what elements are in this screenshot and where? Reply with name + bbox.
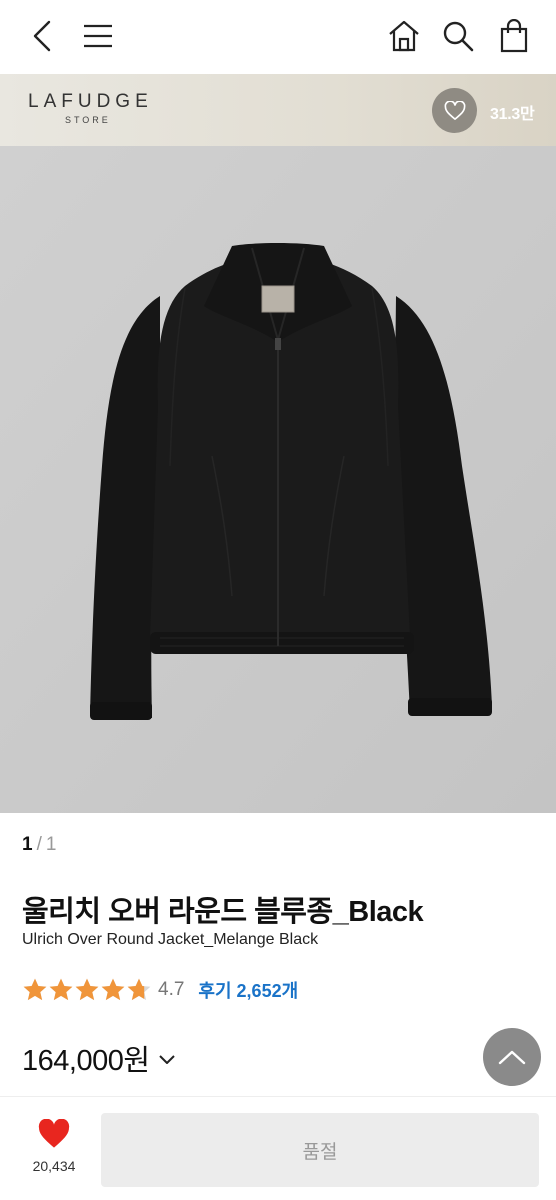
- brand-logo[interactable]: LAFUDGE STORE: [28, 91, 153, 126]
- back-icon[interactable]: [20, 14, 64, 58]
- heart-filled-icon: [38, 1118, 70, 1148]
- star-icon: [127, 978, 151, 1001]
- top-navigation-bar: [0, 0, 556, 74]
- home-icon[interactable]: [382, 14, 426, 58]
- star-icon: [49, 978, 73, 1001]
- wish-count: 20,434: [32, 1158, 76, 1174]
- image-pager: 1/1: [22, 834, 56, 856]
- brand-name: LAFUDGE: [28, 91, 153, 112]
- search-icon[interactable]: [436, 14, 480, 58]
- rating-value: 4.7: [158, 979, 185, 1000]
- star-icon: [23, 978, 47, 1001]
- bottom-action-bar: 20,434 품절: [0, 1096, 556, 1200]
- menu-icon[interactable]: [76, 14, 120, 58]
- shopping-bag-icon[interactable]: [492, 14, 536, 58]
- price-toggle[interactable]: 164,000원: [22, 1037, 176, 1079]
- product-price: 164,000원: [22, 1045, 150, 1077]
- pager-current: 1: [22, 834, 33, 855]
- scroll-to-top-button[interactable]: [483, 1028, 541, 1086]
- product-image[interactable]: [0, 146, 556, 813]
- jacket-image: [0, 146, 556, 813]
- rating-row: 4.7 후기 2,652개: [22, 976, 298, 1004]
- pager-total: 1: [45, 834, 57, 855]
- sold-out-button[interactable]: 품절: [101, 1113, 539, 1187]
- brand-bar: LAFUDGE STORE 31.3만: [0, 74, 556, 146]
- wish-button[interactable]: 20,434: [18, 1118, 90, 1174]
- product-title: 울리치 오버 라운드 블루종_Black: [22, 896, 424, 928]
- rating-stars: [22, 977, 152, 1003]
- heart-outline-icon: [444, 100, 465, 120]
- star-icon: [75, 978, 99, 1001]
- pager-separator: /: [36, 834, 42, 855]
- chevron-down-icon: [158, 1055, 175, 1064]
- star-icon: [101, 978, 125, 1001]
- product-subtitle: Ulrich Over Round Jacket_Melange Black: [22, 931, 319, 948]
- brand-subtitle: STORE: [64, 115, 111, 125]
- brand-like-count: 31.3만: [490, 106, 535, 123]
- reviews-link[interactable]: 후기 2,652개: [198, 977, 298, 1003]
- brand-like-button[interactable]: [432, 88, 477, 133]
- chevron-up-icon: [498, 1050, 526, 1065]
